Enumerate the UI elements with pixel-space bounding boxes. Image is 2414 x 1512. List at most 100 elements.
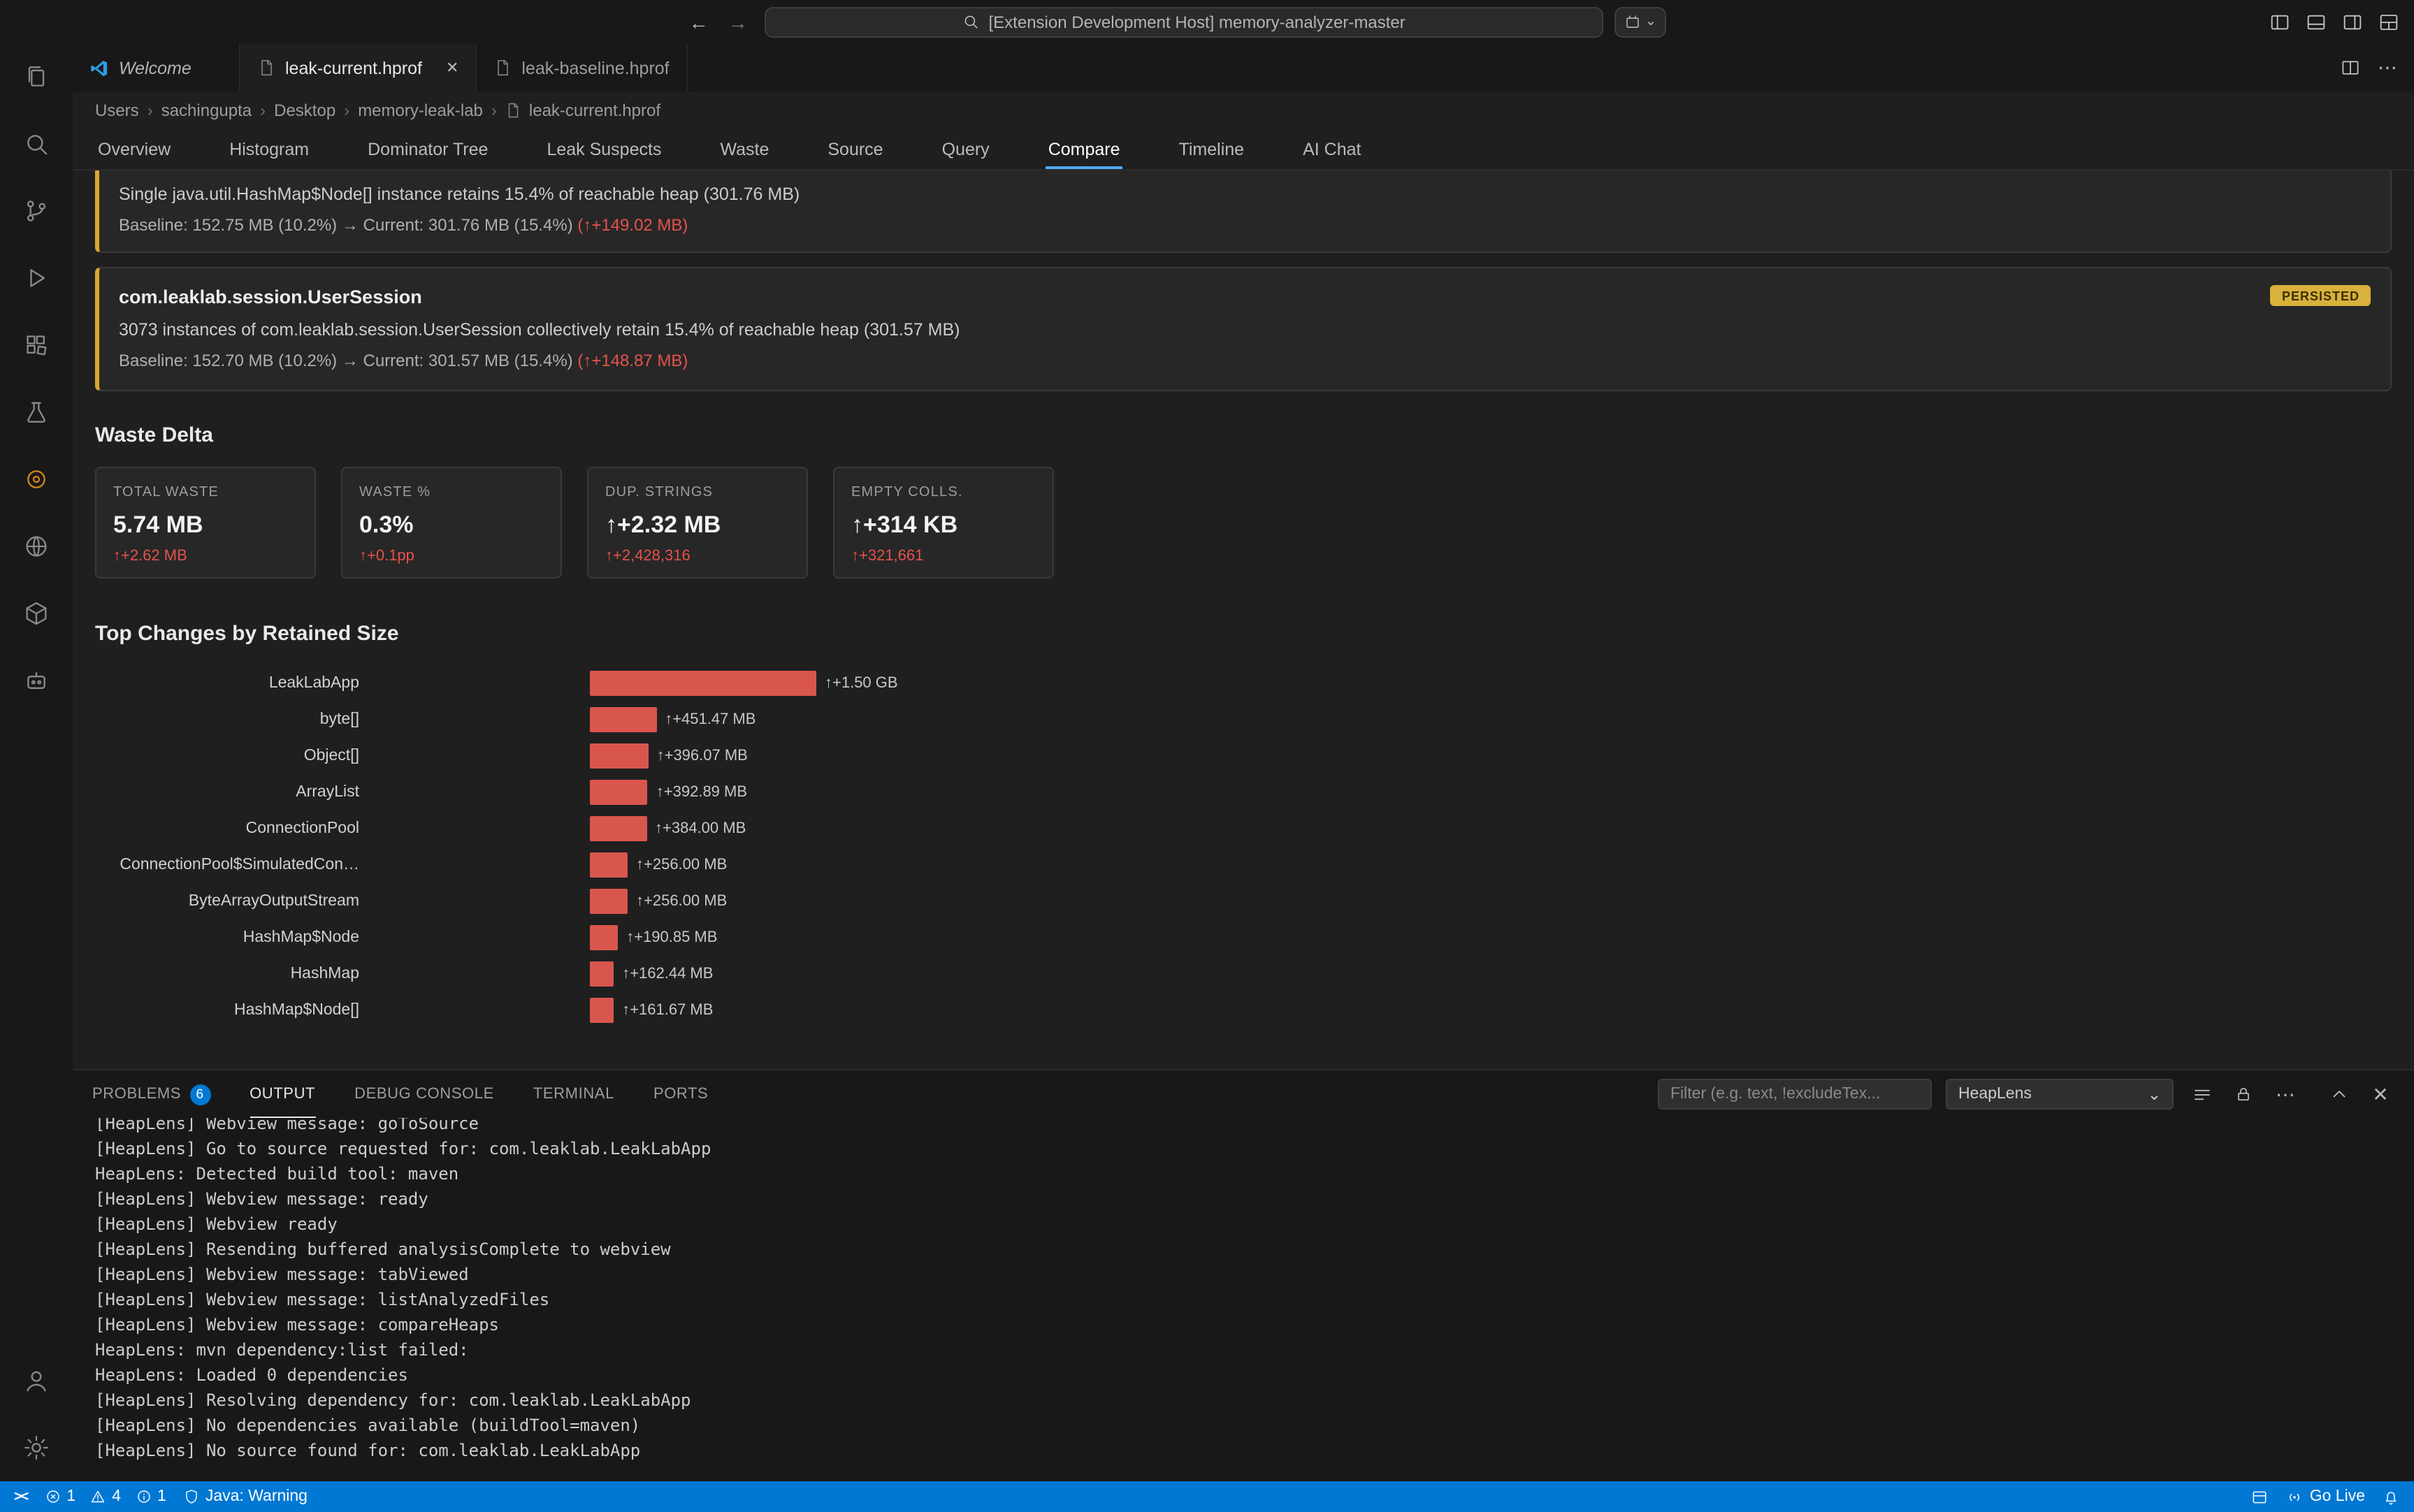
panel-tab-problems[interactable]: PROBLEMS 6 [92, 1070, 210, 1118]
tab-timeline[interactable]: Timeline [1179, 129, 1245, 169]
title-bar: ← → [Extension Development Host] memory-… [0, 0, 2414, 43]
chart-title: Top Changes by Retained Size [95, 620, 2392, 648]
output-wordwrap-icon[interactable] [2188, 1080, 2216, 1108]
history-forward-button[interactable]: → [728, 10, 748, 33]
search-icon [962, 13, 981, 31]
split-editor-icon[interactable] [2340, 57, 2361, 78]
source-control-icon[interactable] [0, 177, 73, 245]
toggle-panel-icon[interactable] [2305, 10, 2327, 33]
run-debug-icon[interactable] [0, 245, 73, 312]
close-tab-icon[interactable]: ✕ [446, 59, 458, 77]
lock-scroll-icon[interactable] [2229, 1080, 2257, 1108]
chart-category-label: ConnectionPool [95, 820, 359, 837]
stat-value: 5.74 MB [113, 511, 298, 539]
chart-category-label: LeakLabApp [95, 675, 359, 692]
chart-value-label: ↑+161.67 MB [622, 1002, 713, 1019]
heaplens-extension-icon[interactable] [0, 446, 73, 513]
settings-gear-icon[interactable] [0, 1414, 73, 1481]
log-line: [HeapLens] Webview message: tabViewed [95, 1262, 2414, 1287]
warning-icon [89, 1488, 106, 1505]
customize-layout-icon[interactable] [2378, 10, 2400, 33]
chart-category-label: ArrayList [95, 784, 359, 801]
tab-compare[interactable]: Compare [1048, 129, 1120, 169]
chart-row: ArrayList ↑+392.89 MB [95, 774, 2392, 810]
panel-tab-label: OUTPUT [250, 1085, 315, 1102]
log-line: [HeapLens] No dependencies available (bu… [95, 1413, 2414, 1438]
panel-tab-terminal[interactable]: TERMINAL [533, 1070, 614, 1118]
tab-query[interactable]: Query [942, 129, 990, 169]
stat-label: DUP. STRINGS [605, 485, 790, 500]
toggle-sidebar-right-icon[interactable] [2341, 10, 2364, 33]
problems-status[interactable]: 1 4 1 [44, 1488, 166, 1505]
tab-overview[interactable]: Overview [98, 129, 171, 169]
delta-value: (↑+148.87 MB) [577, 351, 688, 370]
robot-extension-icon[interactable] [0, 647, 73, 714]
tab-source[interactable]: Source [827, 129, 883, 169]
toggle-sidebar-left-icon[interactable] [2269, 10, 2291, 33]
testing-beaker-icon[interactable] [0, 379, 73, 446]
stat-card-waste-pct: WASTE % 0.3% ↑+0.1pp [341, 467, 562, 579]
command-center-secondary-button[interactable]: ⌄ [1614, 6, 1667, 37]
more-actions-icon[interactable]: ⋯ [2378, 56, 2397, 80]
chart-bar [590, 889, 628, 914]
docker-extension-icon[interactable] [0, 580, 73, 647]
breadcrumb-item[interactable]: Users [95, 101, 139, 120]
tab-leak-baseline[interactable]: leak-baseline.hprof [477, 43, 687, 92]
chart-row: ConnectionPool$SimulatedCon… ↑+256.00 MB [95, 847, 2392, 883]
chart-value-label: ↑+256.00 MB [636, 893, 727, 910]
explorer-icon[interactable] [0, 43, 73, 110]
stat-card-empty-colls: EMPTY COLLS. ↑+314 KB ↑+321,661 [833, 467, 1054, 579]
extensions-icon[interactable] [0, 312, 73, 379]
suspect-card-usersession[interactable]: com.leaklab.session.UserSession PERSISTE… [95, 267, 2392, 391]
tab-ai-chat[interactable]: AI Chat [1303, 129, 1361, 169]
chart-row: HashMap ↑+162.44 MB [95, 956, 2392, 992]
java-status[interactable]: Java: Warning [183, 1488, 308, 1505]
delta-value: (↑+149.02 MB) [577, 215, 688, 235]
vscode-window: ← → [Extension Development Host] memory-… [0, 0, 2414, 1512]
activity-bar [0, 43, 73, 1481]
panel-tab-ports[interactable]: PORTS [653, 1070, 708, 1118]
command-center-search[interactable]: [Extension Development Host] memory-anal… [765, 6, 1603, 37]
globe-extension-icon[interactable] [0, 513, 73, 580]
more-actions-icon[interactable]: ⋯ [2271, 1080, 2299, 1108]
go-live-button[interactable]: Go Live [2286, 1488, 2365, 1506]
remote-indicator[interactable]: >< [14, 1489, 27, 1504]
stat-value: ↑+314 KB [851, 511, 1036, 539]
chevron-right-icon: › [147, 101, 153, 120]
maximize-panel-icon[interactable] [2325, 1080, 2352, 1108]
tab-welcome[interactable]: Welcome [73, 43, 240, 92]
chart-bar [590, 925, 618, 950]
accounts-icon[interactable] [0, 1347, 73, 1414]
close-panel-icon[interactable]: ✕ [2366, 1080, 2394, 1108]
tab-leak-suspects[interactable]: Leak Suspects [547, 129, 661, 169]
chart-bar [590, 998, 614, 1023]
chart-bar [590, 780, 648, 805]
breadcrumb-item[interactable]: memory-leak-lab [358, 101, 483, 120]
error-count: 1 [66, 1488, 75, 1505]
tab-histogram[interactable]: Histogram [229, 129, 309, 169]
output-channel-select[interactable]: HeapLens ⌄ [1946, 1079, 2174, 1110]
output-log[interactable]: [HeapLens] Webview message: goToSource [… [73, 1111, 2414, 1481]
editor-layout-status-icon[interactable] [2251, 1488, 2269, 1506]
tab-waste[interactable]: Waste [720, 129, 769, 169]
vscode-logo-icon [89, 58, 109, 78]
tab-leak-current[interactable]: leak-current.hprof ✕ [240, 43, 477, 92]
chart-category-label: byte[] [95, 711, 359, 728]
tab-dominator-tree[interactable]: Dominator Tree [368, 129, 488, 169]
breadcrumb-label: leak-current.hprof [529, 101, 660, 120]
breadcrumb-item[interactable]: Desktop [274, 101, 335, 120]
suspect-title: com.leaklab.session.UserSession [119, 285, 422, 310]
breadcrumb-item[interactable]: sachingupta [161, 101, 252, 120]
panel-tab-output[interactable]: OUTPUT [250, 1070, 315, 1118]
log-line: HeapLens: Loaded 0 dependencies [95, 1362, 2414, 1388]
breadcrumb-item-file[interactable]: leak-current.hprof [505, 101, 660, 120]
stat-delta: ↑+321,661 [851, 548, 1036, 565]
output-filter-input[interactable] [1658, 1079, 1932, 1110]
suspect-card-hashmap-node[interactable]: Single java.util.HashMap$Node[] instance… [95, 170, 2392, 253]
panel-tab-debug-console[interactable]: DEBUG CONSOLE [354, 1070, 494, 1118]
notifications-bell-icon[interactable] [2382, 1488, 2400, 1506]
chevron-down-icon: ⌄ [2148, 1084, 2161, 1104]
search-view-icon[interactable] [0, 110, 73, 177]
history-back-button[interactable]: ← [689, 10, 709, 33]
log-line: HeapLens: Detected build tool: maven [95, 1161, 2414, 1186]
